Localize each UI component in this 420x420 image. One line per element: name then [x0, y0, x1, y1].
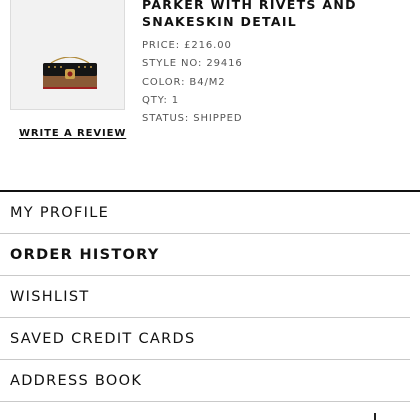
menu-item-order-history[interactable]: ORDER HISTORY — [0, 234, 410, 276]
menu-item-label: ORDER HISTORY — [10, 247, 160, 263]
menu-item-my-profile[interactable]: MY PROFILE — [0, 192, 410, 234]
handbag-image — [43, 57, 97, 89]
menu-item-address-book[interactable]: ADDRESS BOOK — [0, 360, 410, 402]
product-color: COLOR: B4/M2 — [142, 77, 226, 88]
menu-item-saved-credit-cards[interactable]: SAVED CREDIT CARDS — [0, 318, 410, 360]
menu-item-label: WISHLIST — [10, 289, 90, 305]
product-style-number: STYLE NO: 29416 — [142, 58, 243, 69]
cropped-icon — [374, 413, 376, 420]
order-status: STATUS: SHIPPED — [142, 113, 243, 124]
product-quantity: QTY: 1 — [142, 95, 180, 106]
product-name: PARKER WITH RIVETS AND SNAKESKIN DETAIL — [142, 0, 357, 29]
product-price: PRICE: £216.00 — [142, 40, 232, 51]
menu-item-label: MY PROFILE — [10, 205, 110, 221]
menu-item-label: ADDRESS BOOK — [10, 373, 143, 389]
write-review-link[interactable]: WRITE A REVIEW — [19, 128, 126, 139]
product-thumbnail[interactable] — [10, 0, 125, 110]
menu-item-wishlist[interactable]: WISHLIST — [0, 276, 410, 318]
menu-item-label: SAVED CREDIT CARDS — [10, 331, 196, 347]
